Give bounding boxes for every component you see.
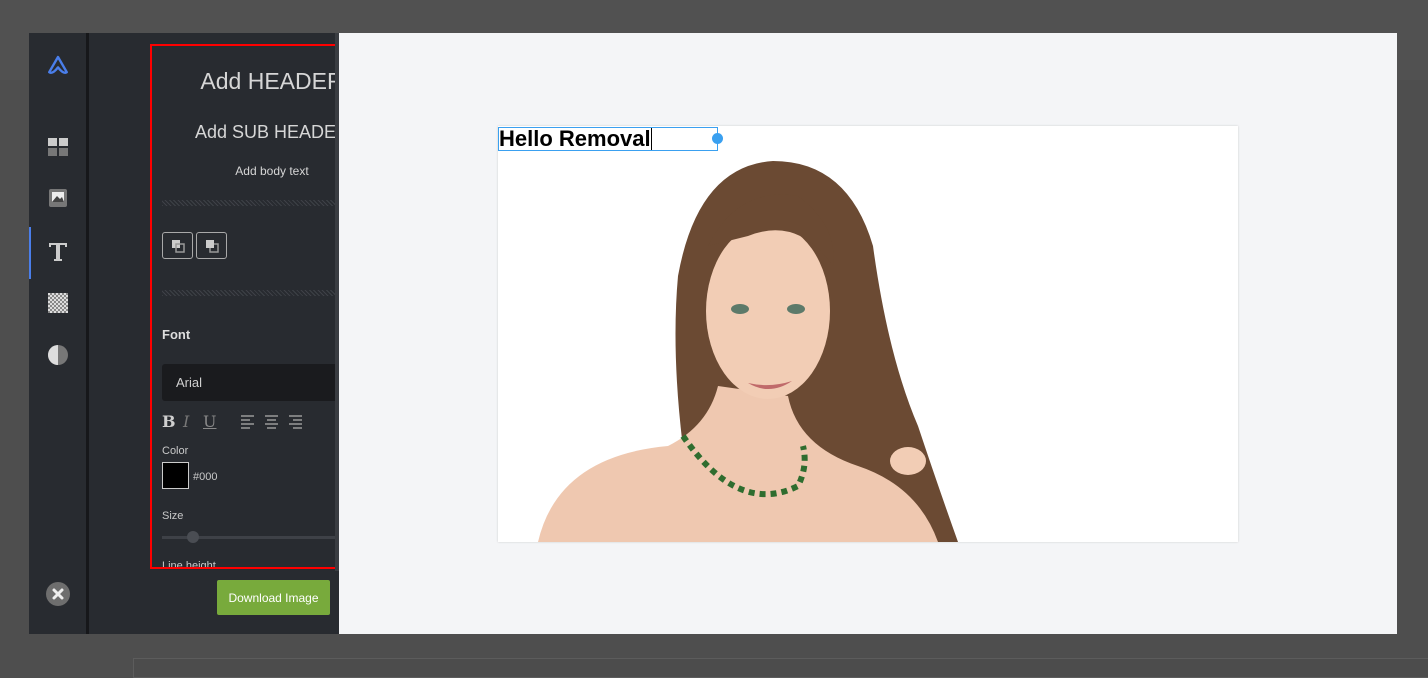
send-backward-icon xyxy=(171,239,185,253)
text-panel: Add HEADER Add SUB HEADER Add body text … xyxy=(89,33,394,634)
background-transparency-icon[interactable] xyxy=(46,291,70,315)
templates-icon[interactable] xyxy=(46,135,70,159)
bring-forward-icon xyxy=(205,239,219,253)
italic-button[interactable]: I xyxy=(183,412,189,431)
bold-button[interactable]: B xyxy=(162,412,176,431)
send-backward-button[interactable] xyxy=(162,232,193,259)
color-swatch[interactable] xyxy=(162,462,189,489)
download-image-button[interactable]: Download Image xyxy=(217,580,330,615)
close-icon[interactable] xyxy=(46,582,70,606)
text-element-content[interactable]: Hello Removal xyxy=(499,126,651,151)
tool-rail xyxy=(29,33,86,634)
background-page-content xyxy=(133,658,1428,678)
line-height-label: Line height xyxy=(162,560,216,569)
resize-handle[interactable] xyxy=(712,133,723,144)
portrait-photo xyxy=(538,161,958,542)
active-tool-indicator xyxy=(29,227,31,279)
artboard[interactable]: Hello Removal xyxy=(498,126,1238,542)
font-label: Font xyxy=(162,327,191,342)
underline-button[interactable]: U xyxy=(203,412,216,431)
color-label: Color xyxy=(162,445,189,457)
text-align-buttons[interactable] xyxy=(241,415,305,429)
editor-canvas: Hello Removal xyxy=(339,33,1397,634)
font-select-value: Arial xyxy=(176,375,203,390)
text-icon[interactable] xyxy=(46,239,70,263)
bring-forward-button[interactable] xyxy=(196,232,227,259)
image-icon[interactable] xyxy=(46,186,70,210)
size-label: Size xyxy=(162,510,184,522)
text-element[interactable]: Hello Removal xyxy=(498,127,718,151)
logo-icon xyxy=(46,53,70,77)
size-slider-handle[interactable] xyxy=(187,531,200,543)
text-cursor xyxy=(650,128,652,150)
image-editor-modal: Add HEADER Add SUB HEADER Add body text … xyxy=(29,33,1397,634)
color-value[interactable]: #000 xyxy=(193,471,217,483)
contrast-icon[interactable] xyxy=(46,343,70,367)
